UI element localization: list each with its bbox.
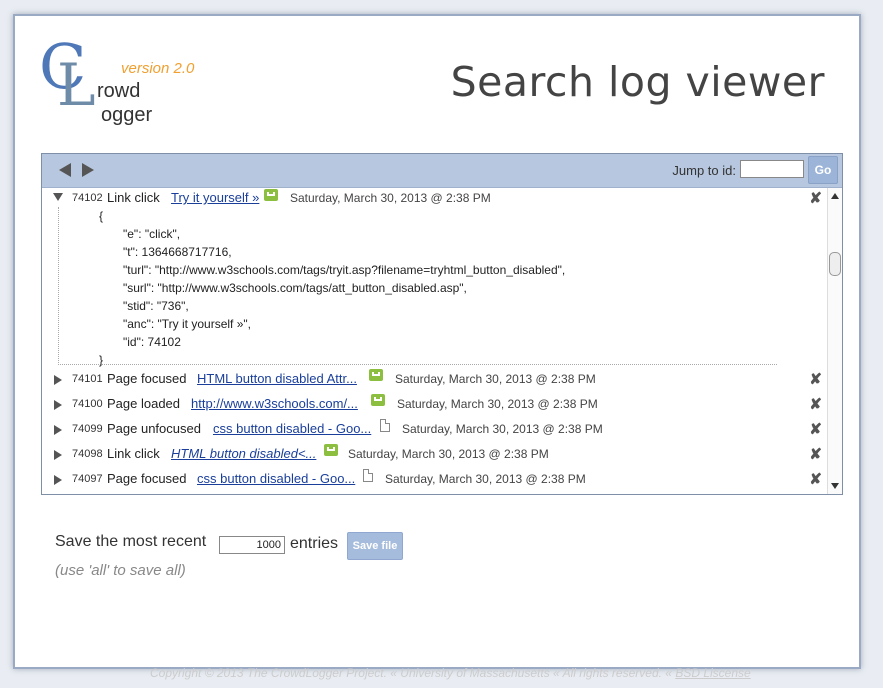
entry-id: 74098 — [72, 448, 103, 460]
json-line: "surl": "http://www.w3schools.com/tags/a… — [123, 281, 467, 295]
entry-date: Saturday, March 30, 2013 @ 2:38 PM — [397, 397, 598, 411]
crowdlogger-logo: C L version 2.0 rowd ogger — [39, 36, 199, 128]
log-entry[interactable]: 74101 Page focused HTML button disabled … — [42, 369, 828, 394]
delete-icon[interactable]: ✘ — [809, 470, 822, 488]
next-page-icon[interactable] — [82, 163, 94, 177]
entry-type: Page loaded — [107, 396, 181, 411]
entry-id: 74097 — [72, 473, 103, 485]
go-button[interactable]: Go — [808, 156, 838, 184]
expand-triangle-icon[interactable] — [54, 400, 62, 410]
entry-id: 74101 — [72, 373, 103, 385]
log-entry[interactable]: 74100 Page loaded http://www.w3schools.c… — [42, 394, 828, 419]
green-icon[interactable] — [264, 189, 278, 201]
version-label: version 2.0 — [121, 60, 195, 77]
log-entry[interactable]: 74097 Page focused css button disabled -… — [42, 469, 828, 494]
jump-id-input[interactable] — [740, 160, 804, 178]
save-hint: (use 'all' to save all) — [55, 562, 186, 579]
entry-link[interactable]: Try it yourself » — [171, 190, 259, 205]
log-entry[interactable]: 74098 Link click HTML button disabled<..… — [42, 444, 828, 469]
json-line: "stid": "736", — [123, 299, 189, 313]
entry-type: Page focused — [107, 371, 187, 386]
entry-date: Saturday, March 30, 2013 @ 2:38 PM — [395, 372, 596, 386]
delete-icon[interactable]: ✘ — [809, 395, 822, 413]
json-line: "t": 1364668717716, — [123, 245, 232, 259]
save-prefix-label: Save the most recent — [55, 533, 207, 550]
log-toolbar: Jump to id: Go — [42, 154, 842, 188]
entry-id: 74102 — [72, 192, 103, 204]
footer: Copyright © 2013 The CrowdLogger Project… — [150, 666, 751, 680]
log-panel: Jump to id: Go 74102 Link click Try it y… — [41, 153, 843, 495]
logo-l: L — [57, 51, 96, 119]
entry-type: Link click — [107, 190, 160, 205]
json-line: { — [99, 209, 104, 223]
save-file-button[interactable]: Save file — [347, 532, 403, 560]
entry-id: 74099 — [72, 423, 103, 435]
expand-triangle-icon[interactable] — [54, 375, 62, 385]
entry-link[interactable]: HTML button disabled<... — [171, 446, 316, 461]
expand-triangle-icon[interactable] — [54, 450, 62, 460]
log-entry[interactable]: 74102 Link click Try it yourself » Satur… — [42, 188, 828, 369]
scroll-down-icon[interactable] — [831, 483, 839, 489]
json-line: "e": "click", — [123, 227, 181, 241]
entry-date: Saturday, March 30, 2013 @ 2:38 PM — [290, 191, 491, 205]
entry-link[interactable]: css button disabled - Goo... — [197, 471, 355, 486]
entry-link[interactable]: http://www.w3schools.com/... — [191, 396, 358, 411]
scroll-thumb[interactable] — [829, 252, 841, 276]
delete-icon[interactable]: ✘ — [809, 189, 822, 207]
entry-json: { "e": "click", "t": 1364668717716, "tur… — [58, 207, 777, 367]
entry-date: Saturday, March 30, 2013 @ 2:38 PM — [385, 472, 586, 486]
footer-text: Copyright © 2013 The CrowdLogger Project… — [150, 666, 672, 680]
log-entry[interactable]: 74099 Page unfocused css button disabled… — [42, 419, 828, 444]
json-line: "id": 74102 — [123, 335, 181, 349]
entry-date: Saturday, March 30, 2013 @ 2:38 PM — [348, 447, 549, 461]
scroll-up-icon[interactable] — [831, 193, 839, 199]
entry-type: Page unfocused — [107, 421, 201, 436]
green-icon[interactable] — [371, 394, 385, 406]
document-icon[interactable] — [380, 419, 390, 432]
document-icon[interactable] — [363, 469, 373, 482]
green-icon[interactable] — [324, 444, 338, 456]
entry-date: Saturday, March 30, 2013 @ 2:38 PM — [402, 422, 603, 436]
entry-id: 74100 — [72, 398, 103, 410]
delete-icon[interactable]: ✘ — [809, 370, 822, 388]
json-line: "anc": "Try it yourself »", — [123, 317, 251, 331]
expand-triangle-icon[interactable] — [54, 425, 62, 435]
entry-link[interactable]: HTML button disabled Attr... — [197, 371, 357, 386]
logo-rowd: rowd — [97, 80, 141, 102]
entry-type: Link click — [107, 446, 160, 461]
log-entry-list: 74102 Link click Try it yourself » Satur… — [42, 188, 828, 494]
json-line: } — [99, 353, 104, 367]
app-window: C L version 2.0 rowd ogger Search log vi… — [13, 14, 861, 680]
license-link[interactable]: BSD Liscense — [675, 666, 750, 680]
entry-type: Page focused — [107, 471, 187, 486]
delete-icon[interactable]: ✘ — [809, 445, 822, 463]
save-count-input[interactable] — [219, 536, 285, 554]
logo-ogger: ogger — [101, 104, 153, 126]
page-title: Search log viewer — [450, 58, 825, 106]
save-suffix-label: entries — [290, 535, 339, 552]
green-icon[interactable] — [369, 369, 383, 381]
expand-triangle-icon[interactable] — [54, 475, 62, 485]
json-line: "turl": "http://www.w3schools.com/tags/t… — [123, 263, 566, 277]
log-scrollbar[interactable] — [827, 188, 842, 494]
prev-page-icon[interactable] — [59, 163, 71, 177]
jump-label: Jump to id: — [672, 163, 736, 178]
collapse-triangle-icon[interactable] — [53, 193, 63, 201]
delete-icon[interactable]: ✘ — [809, 420, 822, 438]
entry-link[interactable]: css button disabled - Goo... — [213, 421, 371, 436]
